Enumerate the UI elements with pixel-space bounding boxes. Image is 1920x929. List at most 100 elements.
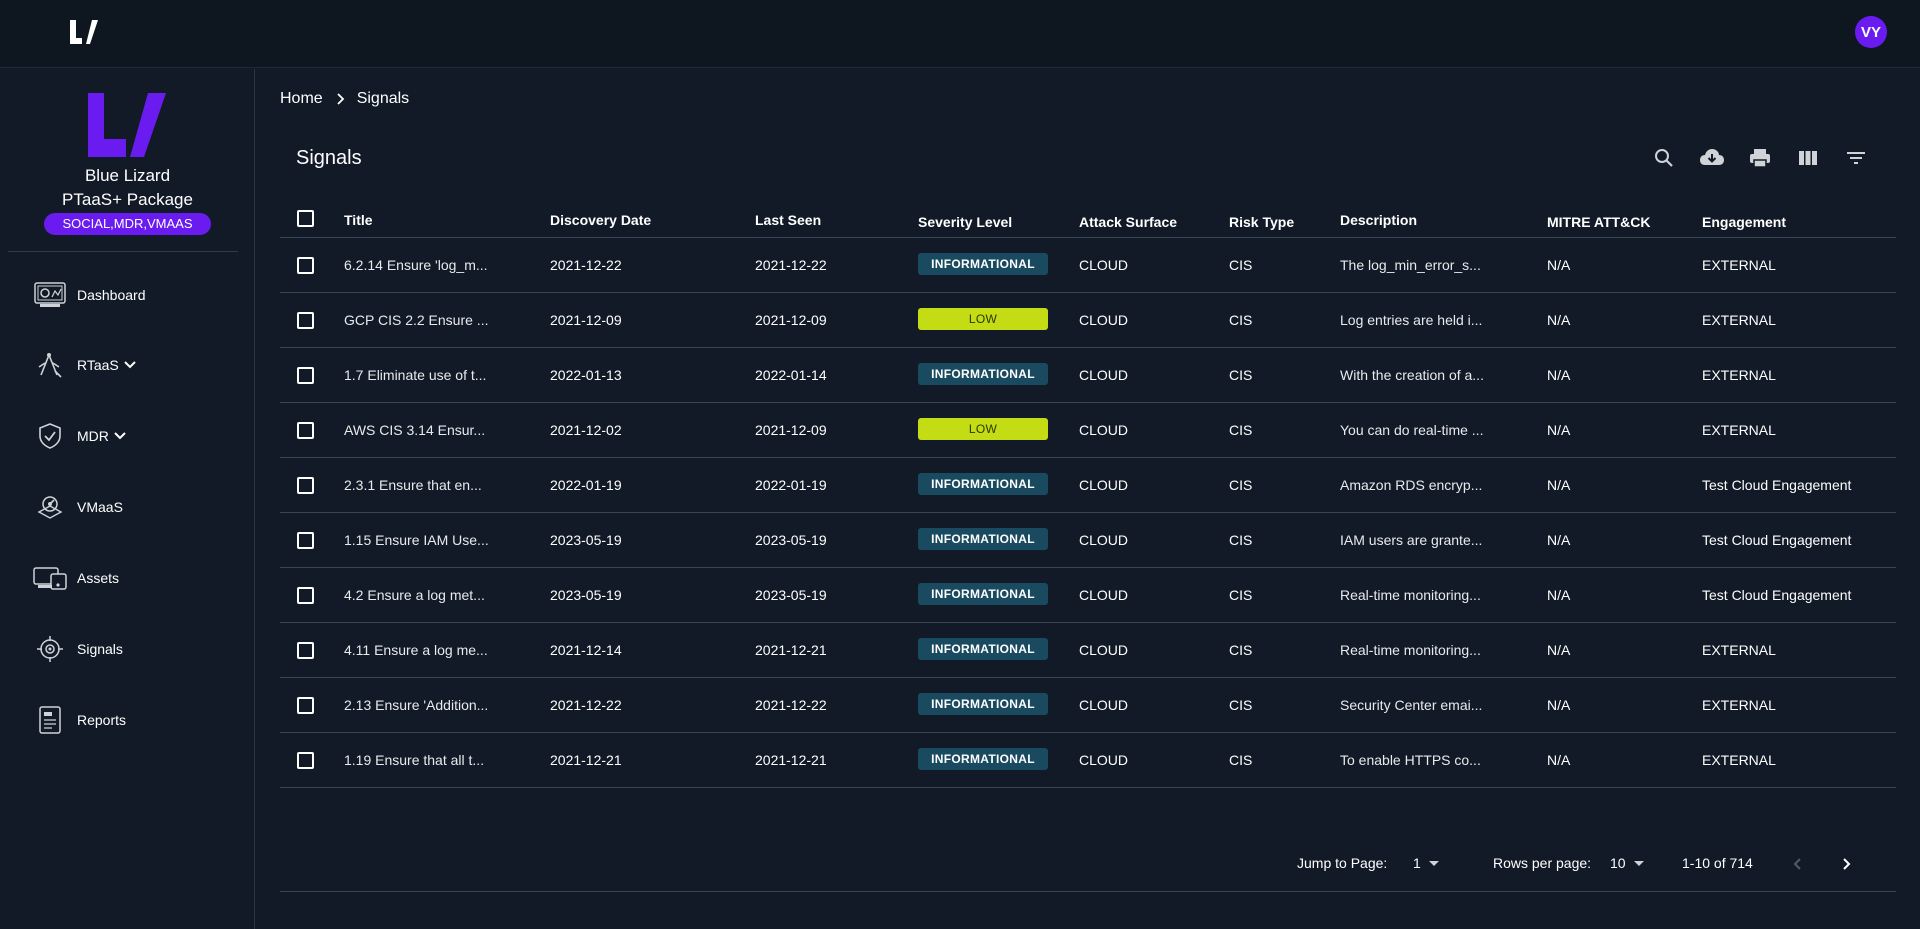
cell-last-seen: 2022-01-19 bbox=[755, 477, 827, 493]
row-checkbox[interactable] bbox=[297, 587, 314, 604]
jump-to-page-label: Jump to Page: bbox=[1297, 855, 1388, 871]
row-checkbox[interactable] bbox=[297, 642, 314, 659]
previous-page-button[interactable] bbox=[1786, 852, 1810, 876]
table-row[interactable]: 2.13 Ensure 'Addition... 2021-12-22 2021-1… bbox=[280, 678, 1896, 733]
cell-description: With the creation of a... bbox=[1340, 367, 1484, 383]
table-row[interactable]: 1.15 Ensure IAM Use... 2023-05-19 2023-05-… bbox=[280, 513, 1896, 568]
sidebar-item-assets[interactable]: Assets bbox=[33, 558, 243, 598]
cell-last-seen: 2021-12-22 bbox=[755, 257, 827, 273]
rows-per-page-select[interactable]: 10 bbox=[1610, 855, 1644, 871]
columns-button[interactable] bbox=[1784, 144, 1832, 172]
jump-to-page-select[interactable]: 1 bbox=[1413, 855, 1439, 871]
severity-badge: INFORMATIONAL bbox=[918, 583, 1048, 605]
cell-mitre: N/A bbox=[1547, 532, 1571, 548]
sidebar-item-vmaas[interactable]: VMaaS bbox=[33, 487, 243, 527]
row-checkbox[interactable] bbox=[297, 477, 314, 494]
chevron-down-icon bbox=[114, 432, 126, 440]
cell-engagement: EXTERNAL bbox=[1702, 697, 1776, 713]
cell-discovery-date: 2023-05-19 bbox=[550, 587, 622, 603]
column-header-description[interactable]: Description bbox=[1340, 212, 1417, 228]
column-header-discovery-date[interactable]: Discovery Date bbox=[550, 212, 651, 228]
cell-title: 4.2 Ensure a log met... bbox=[344, 587, 485, 603]
cell-mitre: N/A bbox=[1547, 367, 1571, 383]
select-all-checkbox[interactable] bbox=[297, 210, 314, 227]
table-header: Title Discovery Date Last Seen Severity … bbox=[280, 200, 1896, 238]
search-icon bbox=[1655, 149, 1673, 167]
cell-discovery-date: 2021-12-14 bbox=[550, 642, 622, 658]
cell-risk-type: CIS bbox=[1229, 367, 1253, 383]
org-name: Blue Lizard bbox=[84, 166, 171, 185]
cell-description: The log_min_error_s... bbox=[1340, 257, 1481, 273]
cell-risk-type: CIS bbox=[1229, 477, 1253, 493]
cell-discovery-date: 2022-01-13 bbox=[550, 367, 622, 383]
cell-discovery-date: 2021-12-02 bbox=[550, 422, 622, 438]
column-header-attack-surface[interactable]: Attack Surface bbox=[1079, 214, 1177, 230]
table-row[interactable]: 1.7 Eliminate use of t... 2022-01-13 2022-… bbox=[280, 348, 1896, 403]
cell-mitre: N/A bbox=[1547, 312, 1571, 328]
severity-badge: INFORMATIONAL bbox=[918, 363, 1048, 385]
table-row[interactable]: AWS CIS 3.14 Ensur... 2021-12-02 2021-12-0… bbox=[280, 403, 1896, 458]
sidebar-item-signals[interactable]: Signals bbox=[33, 629, 243, 669]
sidebar-item-mdr[interactable]: MDR bbox=[33, 416, 243, 456]
cell-engagement: EXTERNAL bbox=[1702, 422, 1776, 438]
print-button[interactable] bbox=[1736, 144, 1784, 172]
next-page-button[interactable] bbox=[1834, 852, 1858, 876]
table-row[interactable]: 6.2.14 Ensure 'log_m... 2021-12-22 2021-12… bbox=[280, 238, 1896, 293]
row-checkbox[interactable] bbox=[297, 257, 314, 274]
row-checkbox[interactable] bbox=[297, 532, 314, 549]
row-checkbox[interactable] bbox=[297, 697, 314, 714]
table-row[interactable]: 4.11 Ensure a log me... 2021-12-14 2021-12… bbox=[280, 623, 1896, 678]
cell-engagement: Test Cloud Engagement bbox=[1702, 477, 1852, 493]
breadcrumb-home[interactable]: Home bbox=[280, 90, 323, 108]
row-checkbox[interactable] bbox=[297, 752, 314, 769]
cell-last-seen: 2021-12-09 bbox=[755, 422, 827, 438]
shield-check-icon bbox=[33, 421, 67, 451]
column-header-title[interactable]: Title bbox=[344, 212, 373, 228]
cell-title: 6.2.14 Ensure 'log_m... bbox=[344, 257, 488, 273]
table-row[interactable]: GCP CIS 2.2 Ensure ... 2021-12-09 2021-12-… bbox=[280, 293, 1896, 348]
cell-engagement: EXTERNAL bbox=[1702, 257, 1776, 273]
user-avatar[interactable]: VY bbox=[1855, 16, 1887, 48]
cell-mitre: N/A bbox=[1547, 257, 1571, 273]
column-header-risk-type[interactable]: Risk Type bbox=[1229, 214, 1294, 230]
cell-attack-surface: CLOUD bbox=[1079, 587, 1129, 603]
cell-title: 1.7 Eliminate use of t... bbox=[344, 367, 487, 383]
cell-engagement: Test Cloud Engagement bbox=[1702, 587, 1852, 603]
filter-button[interactable] bbox=[1832, 144, 1880, 172]
dashboard-icon bbox=[33, 280, 67, 310]
severity-badge: LOW bbox=[918, 308, 1048, 330]
cell-description: Real-time monitoring... bbox=[1340, 587, 1481, 603]
cell-last-seen: 2021-12-22 bbox=[755, 697, 827, 713]
row-checkbox[interactable] bbox=[297, 422, 314, 439]
download-button[interactable] bbox=[1688, 144, 1736, 172]
column-header-severity[interactable]: Severity Level bbox=[918, 214, 1012, 230]
search-button[interactable] bbox=[1640, 144, 1688, 172]
table-row[interactable]: 1.19 Ensure that all t... 2021-12-21 2021-… bbox=[280, 733, 1896, 788]
jump-to-page-value: 1 bbox=[1413, 855, 1421, 871]
breadcrumb: Home Signals bbox=[280, 90, 409, 108]
sidebar-item-dashboard[interactable]: Dashboard bbox=[33, 275, 243, 315]
cell-risk-type: CIS bbox=[1229, 587, 1253, 603]
sidebar-item-reports[interactable]: Reports bbox=[33, 700, 243, 740]
brand-logo-icon[interactable] bbox=[68, 18, 100, 48]
cell-risk-type: CIS bbox=[1229, 312, 1253, 328]
rows-per-page-value: 10 bbox=[1610, 855, 1626, 871]
cell-mitre: N/A bbox=[1547, 587, 1571, 603]
sidebar-item-rtaas[interactable]: RTaaS bbox=[33, 345, 243, 385]
sidebar-item-label: Assets bbox=[77, 570, 120, 586]
table-row[interactable]: 4.2 Ensure a log met... 2023-05-19 2023-05… bbox=[280, 568, 1896, 623]
column-header-engagement[interactable]: Engagement bbox=[1702, 214, 1786, 230]
row-checkbox[interactable] bbox=[297, 312, 314, 329]
row-checkbox[interactable] bbox=[297, 367, 314, 384]
table-row[interactable]: 2.3.1 Ensure that en... 2022-01-19 2022-01… bbox=[280, 458, 1896, 513]
chevron-right-icon bbox=[337, 93, 344, 105]
cell-attack-surface: CLOUD bbox=[1079, 257, 1129, 273]
column-header-last-seen[interactable]: Last Seen bbox=[755, 212, 821, 228]
package-badge: SOCIAL,MDR,VMAAS bbox=[44, 213, 211, 235]
severity-badge: INFORMATIONAL bbox=[918, 528, 1048, 550]
page-range: 1-10 of 714 bbox=[1682, 855, 1753, 871]
columns-icon bbox=[1799, 151, 1817, 165]
cell-description: To enable HTTPS co... bbox=[1340, 752, 1481, 768]
column-header-mitre[interactable]: MITRE ATT&CK bbox=[1547, 214, 1650, 230]
cell-engagement: EXTERNAL bbox=[1702, 752, 1776, 768]
